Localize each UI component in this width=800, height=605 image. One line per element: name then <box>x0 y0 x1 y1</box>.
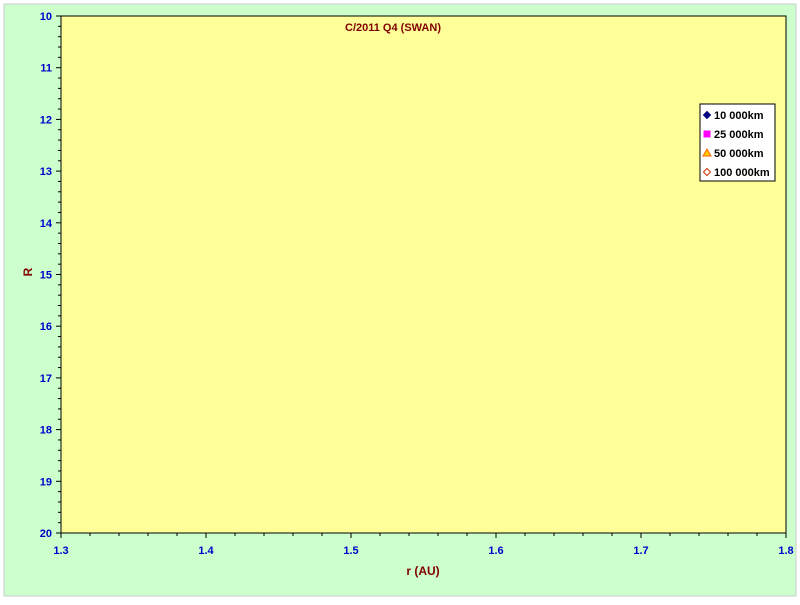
chart-title: C/2011 Q4 (SWAN) <box>345 22 441 34</box>
legend-entry-label: 100 000km <box>714 167 770 179</box>
y-tick-label: 19 <box>40 476 52 488</box>
y-tick-label: 13 <box>40 166 52 178</box>
y-tick-label: 14 <box>40 218 53 230</box>
x-tick-label: 1.3 <box>53 545 68 557</box>
legend-entry-label: 10 000km <box>714 110 764 122</box>
y-axis-label: R <box>21 267 35 276</box>
y-tick-label: 10 <box>40 11 52 23</box>
y-tick-label: 17 <box>40 373 52 385</box>
x-axis-label: r (AU) <box>406 564 439 578</box>
y-tick-label: 20 <box>40 528 52 540</box>
x-tick-label: 1.7 <box>633 545 648 557</box>
y-tick-label: 18 <box>40 425 52 437</box>
legend: 10 000km 25 000km 50 000km 100 000km <box>699 103 776 182</box>
y-tick-label: 11 <box>40 63 52 75</box>
chart-svg: 10 11 12 13 14 15 16 17 18 19 20 1.3 1.4 1.5 1.6 1.7 1.… <box>0 0 800 600</box>
y-tick-label: 15 <box>40 270 52 282</box>
legend-entry-label: 25 000km <box>714 129 764 141</box>
y-tick-label: 16 <box>40 321 52 333</box>
x-tick-label: 1.8 <box>778 545 793 557</box>
y-tick-label: 12 <box>40 114 52 126</box>
legend-marker <box>703 130 711 138</box>
plot-area <box>60 15 787 534</box>
x-tick-label: 1.6 <box>488 545 503 557</box>
x-tick-label: 1.4 <box>198 545 214 557</box>
chart-area: 10 11 12 13 14 15 16 17 18 19 20 1.3 1.4 1.5 1.6 1.7 1.… <box>0 0 800 600</box>
x-tick-label: 1.5 <box>343 545 358 557</box>
legend-entry-label: 50 000km <box>714 148 764 160</box>
